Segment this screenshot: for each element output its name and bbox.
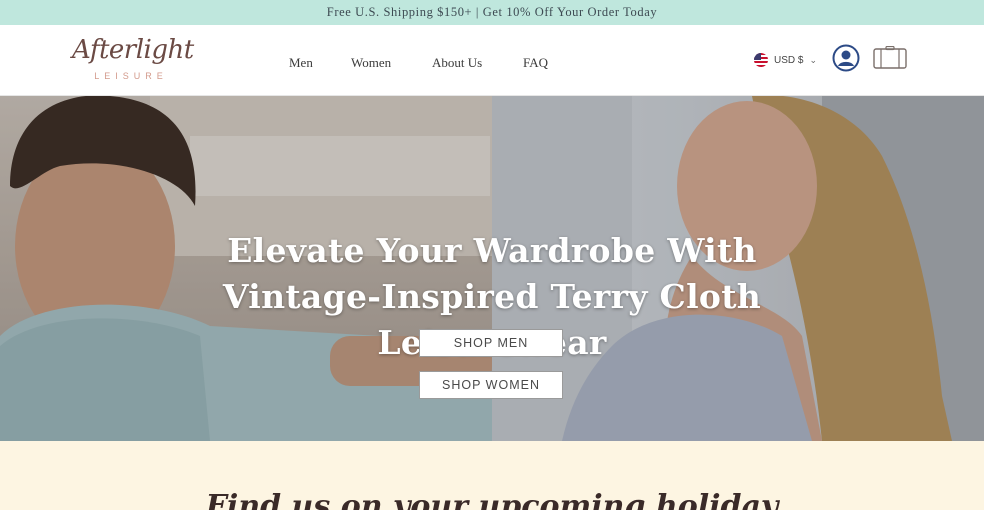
logo-subtitle: LEISURE — [94, 71, 168, 81]
site-header: Afterlight LEISURE Men Women About Us FA… — [0, 25, 984, 96]
suitcase-cart-icon[interactable] — [873, 45, 907, 70]
nav-link-faq[interactable]: FAQ — [523, 55, 548, 71]
holiday-promo-section: Find us on your upcoming holiday — [0, 441, 984, 510]
nav-link-women[interactable]: Women — [351, 55, 391, 71]
us-flag-icon — [754, 53, 768, 67]
announcement-bar: Free U.S. Shipping $150+ | Get 10% Off Y… — [0, 0, 984, 25]
currency-label: USD $ — [774, 54, 804, 66]
shop-men-button[interactable]: SHOP MEN — [419, 329, 563, 357]
brand-logo[interactable]: Afterlight LEISURE — [72, 35, 194, 87]
currency-selector[interactable]: USD $ ⌄ — [754, 53, 817, 67]
nav-link-men[interactable]: Men — [289, 55, 313, 71]
shop-women-button[interactable]: SHOP WOMEN — [419, 371, 563, 399]
nav-link-about-us[interactable]: About Us — [432, 55, 482, 71]
logo-wordmark: Afterlight — [72, 35, 194, 65]
chevron-down-icon: ⌄ — [809, 54, 817, 65]
announcement-text: Free U.S. Shipping $150+ | Get 10% Off Y… — [326, 5, 658, 19]
user-account-icon[interactable] — [832, 44, 860, 72]
promo-heading: Find us on your upcoming holiday — [205, 489, 779, 510]
hero-banner: Elevate Your Wardrobe With Vintage-Inspi… — [0, 96, 984, 441]
